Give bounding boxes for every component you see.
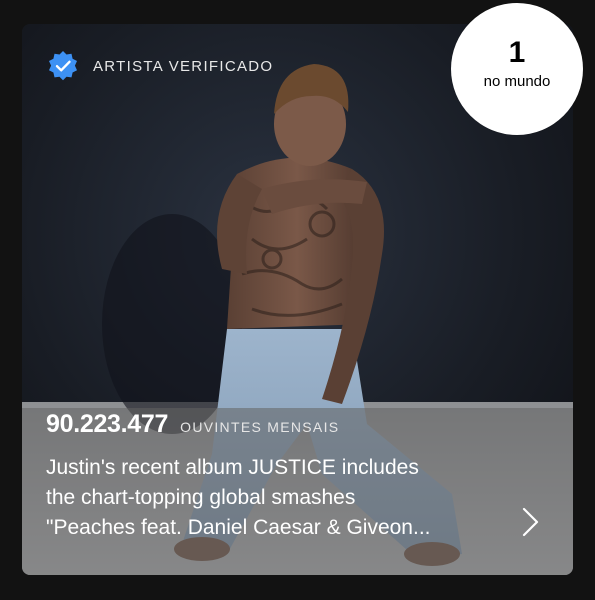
world-rank-label: no mundo [483, 73, 551, 90]
artist-bio: Justin's recent album JUSTICE includes t… [46, 456, 431, 539]
monthly-listeners: 90.223.477 OUVINTES MENSAIS [46, 410, 339, 439]
chevron-right-icon[interactable] [520, 506, 542, 538]
world-rank-number: 1 [508, 36, 526, 69]
world-rank-badge: 1 no mundo [451, 3, 583, 135]
monthly-listeners-label: OUVINTES MENSAIS [180, 419, 340, 435]
verified-badge-icon [49, 51, 77, 81]
artist-info-panel[interactable]: 90.223.477 OUVINTES MENSAIS Justin's rec… [22, 408, 573, 575]
verified-artist-label: ARTISTA VERIFICADO [93, 57, 274, 75]
monthly-listeners-count: 90.223.477 [46, 410, 169, 438]
verified-badge: ARTISTA VERIFICADO [47, 50, 273, 82]
